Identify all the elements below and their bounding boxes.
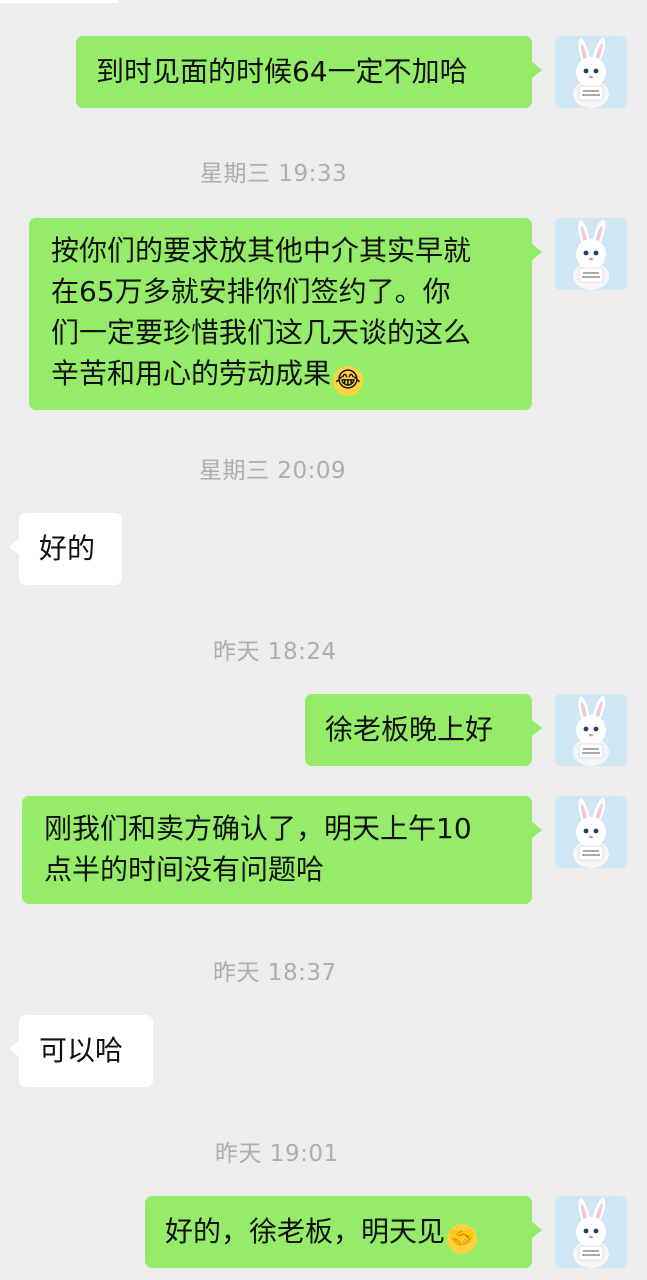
timestamp: 星期三 19:33 (200, 161, 348, 187)
chat-view[interactable]: 到时见面的时候64一定不加哈 星期三 19:33 按你们的要求放其他中介其实早就… (0, 0, 647, 1280)
message-line: 们一定要珍惜我们这几天谈的这么 (51, 316, 472, 349)
message-line: 按你们的要求放其他中介其实早就 (51, 234, 472, 267)
timestamp: 昨天 18:37 (213, 960, 337, 986)
top-edge-strip (0, 0, 118, 3)
bunny-avatar-icon[interactable] (555, 796, 627, 868)
message-text: 可以哈 (39, 1034, 124, 1067)
message-bubble-incoming[interactable]: 可以哈 (9, 1015, 153, 1087)
message-line: 刚我们和卖方确认了，明天上午10 (44, 812, 472, 845)
message-bubble-outgoing[interactable]: 徐老板晚上好 (305, 694, 542, 766)
timestamp: 昨天 18:24 (213, 639, 337, 665)
message-line: 点半的时间没有问题哈 (44, 853, 325, 886)
message-text: 好的 (39, 532, 96, 565)
laughing-tears-emoji-icon: 😂 (333, 366, 364, 396)
bunny-avatar-graphic (555, 1196, 627, 1268)
bunny-avatar-icon[interactable] (555, 694, 627, 766)
timestamp: 昨天 19:01 (215, 1141, 339, 1167)
bunny-avatar-icon[interactable] (555, 36, 627, 108)
message-bubble-outgoing[interactable]: 按你们的要求放其他中介其实早就 在65万多就安排你们签约了。你 们一定要珍惜我们… (29, 218, 542, 410)
message-line: 在65万多就安排你们签约了。你 (51, 275, 451, 308)
bunny-avatar-graphic (555, 36, 627, 108)
message-text: 到时见面的时候64一定不加哈 (96, 55, 468, 88)
bunny-avatar-graphic (555, 796, 627, 868)
bunny-avatar-icon[interactable] (555, 218, 627, 290)
bunny-avatar-graphic (555, 694, 627, 766)
message-text: 徐老板晚上好 (325, 713, 494, 746)
bunny-avatar-graphic (555, 218, 627, 290)
message-bubble-outgoing[interactable]: 刚我们和卖方确认了，明天上午10 点半的时间没有问题哈 (22, 796, 542, 904)
message-bubble-incoming[interactable]: 好的 (9, 513, 122, 585)
message-line: 辛苦和用心的劳动成果 (51, 357, 332, 390)
bunny-avatar-icon[interactable] (555, 1196, 627, 1268)
message-bubble-outgoing[interactable]: 到时见面的时候64一定不加哈 (76, 36, 542, 108)
handshake-emoji-icon: 🤝 (447, 1224, 478, 1254)
message-text: 好的，徐老板，明天见 (165, 1215, 446, 1248)
timestamp: 星期三 20:09 (199, 458, 347, 484)
message-bubble-outgoing[interactable]: 好的，徐老板，明天见 🤝 (145, 1196, 542, 1268)
